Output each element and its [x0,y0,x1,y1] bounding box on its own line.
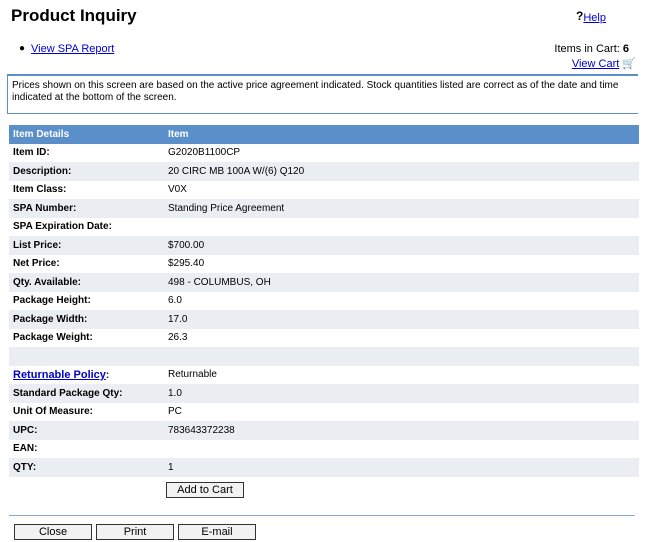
add-to-cart-button[interactable]: Add to Cart [166,482,244,498]
view-spa-report-link[interactable]: View SPA Report [31,43,114,55]
price-notice: Prices shown on this screen are based on… [7,74,638,114]
row-label: Package Width: [9,310,164,329]
row-value: V0X [168,184,187,196]
row-value: Standing Price Agreement [164,199,639,218]
row-label: SPA Expiration Date: [13,221,112,233]
table-row: Package Width: 17.0 [9,310,639,329]
row-value: 783643372238 [164,421,639,440]
row-value: G2020B1100CP [168,147,241,159]
table-row [9,347,639,366]
table-row: SPA Expiration Date: [9,218,639,237]
row-value [164,218,639,237]
row-label: Net Price: [13,258,60,270]
email-button[interactable]: E-mail [178,524,256,540]
row-value: 26.3 [168,332,188,344]
row-label: Description: [9,162,164,181]
table-row: Standard Package Qty: 1.0 [9,384,639,403]
row-label: List Price: [9,236,164,255]
row-label: UPC: [9,421,164,440]
items-in-cart-count: 6 [622,43,629,55]
table-row: Returnable Policy: Returnable [9,366,639,385]
table-row: Qty. Available: 498 - COLUMBUS, OH [9,273,639,292]
row-value: 6.0 [168,295,182,307]
table-row: Description: 20 CIRC MB 100A W/(6) Q120 [9,162,639,181]
items-in-cart-label: Items in Cart: [554,43,620,55]
table-header-row: Item Details Item [9,125,639,144]
cart-count: Items in Cart: 6 [554,43,629,55]
table-row: Item ID: G2020B1100CP [9,144,639,163]
table-row: Package Weight: 26.3 [9,329,639,348]
shopping-cart-icon[interactable]: 🛒 [622,58,636,70]
row-value: 498 - COLUMBUS, OH [164,273,639,292]
help-link-group[interactable]: ?Help [576,9,606,24]
bottom-divider [9,515,635,516]
row-label: SPA Number: [9,199,164,218]
row-label: QTY: [9,458,164,477]
row-value: 1 [164,458,639,477]
row-value [164,347,639,366]
row-value [164,440,639,459]
table-row: Package Height: 6.0 [9,292,639,311]
close-button[interactable]: Close [14,524,92,540]
row-label: Package Weight: [13,332,93,344]
table-row: EAN: [9,440,639,459]
table-row: QTY: 1 [9,458,639,477]
row-value: $700.00 [164,236,639,255]
row-value: $295.40 [168,258,205,270]
table-row: List Price: $700.00 [9,236,639,255]
column-header-item-details: Item Details [9,125,164,144]
print-button[interactable]: Print [96,524,174,540]
row-label: Item Class: [13,184,67,196]
returnable-policy-link[interactable]: Returnable Policy [13,369,106,381]
row-label: Returnable Policy: [13,368,110,381]
spa-report-item: ● View SPA Report [19,43,114,55]
row-value: 17.0 [164,310,639,329]
row-label: Item ID: [13,147,50,159]
row-value: 1.0 [164,384,639,403]
row-label: Package Height: [13,295,91,307]
view-cart-group[interactable]: View Cart 🛒 [572,57,636,70]
table-row: Unit Of Measure: PC [9,403,639,422]
row-label: EAN: [13,443,38,455]
table-row: UPC: 783643372238 [9,421,639,440]
column-header-item: Item [164,125,639,144]
row-label: Unit Of Measure: [13,406,94,418]
item-details-table: Item Details Item Item ID: G2020B1100CP D… [9,125,639,477]
row-value: PC [168,406,182,418]
page-title: Product Inquiry [11,6,137,25]
row-label [9,347,164,366]
help-link[interactable]: Help [583,12,606,24]
bullet-icon: ● [19,43,26,54]
row-label: Qty. Available: [9,273,164,292]
row-label: Standard Package Qty: [9,384,164,403]
row-value: Returnable [168,369,217,381]
table-row: Net Price: $295.40 [9,255,639,274]
table-row: SPA Number: Standing Price Agreement [9,199,639,218]
view-cart-link[interactable]: View Cart [572,58,619,70]
table-row: Item Class: V0X [9,181,639,200]
row-value: 20 CIRC MB 100A W/(6) Q120 [164,162,639,181]
